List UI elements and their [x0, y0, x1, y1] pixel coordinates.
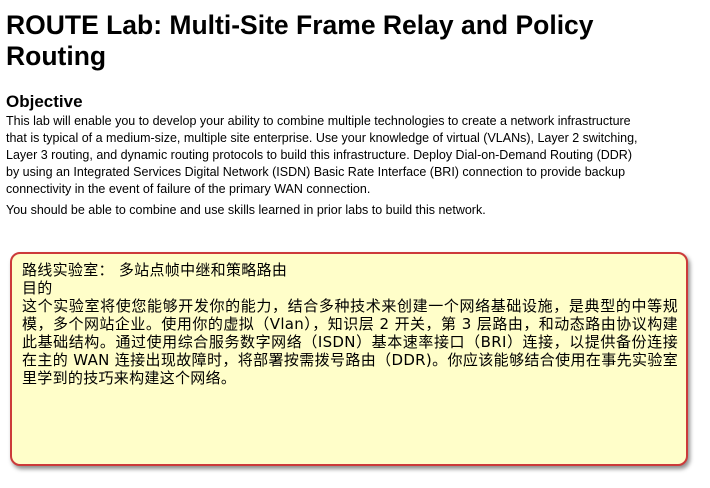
document-title: ROUTE Lab: Multi-Site Frame Relay and Po… [6, 10, 594, 71]
objective-paragraph: This lab will enable you to develop your… [6, 114, 638, 196]
translation-title: 路线实验室： 多站点帧中继和策略路由 [22, 261, 288, 279]
translation-callout: 路线实验室： 多站点帧中继和策略路由 目的 这个实验室将使您能够开发你的能力，结… [10, 252, 688, 466]
prior-labs-paragraph: You should be able to combine and use sk… [6, 203, 486, 217]
objective-heading: Objective [6, 92, 83, 111]
translation-body: 这个实验室将使您能够开发你的能力，结合多种技术来创建一个网络基础设施，是典型的中… [22, 297, 678, 387]
translation-heading: 目的 [22, 279, 53, 297]
document-page: ROUTE Lab: Multi-Site Frame Relay and Po… [6, 10, 706, 219]
